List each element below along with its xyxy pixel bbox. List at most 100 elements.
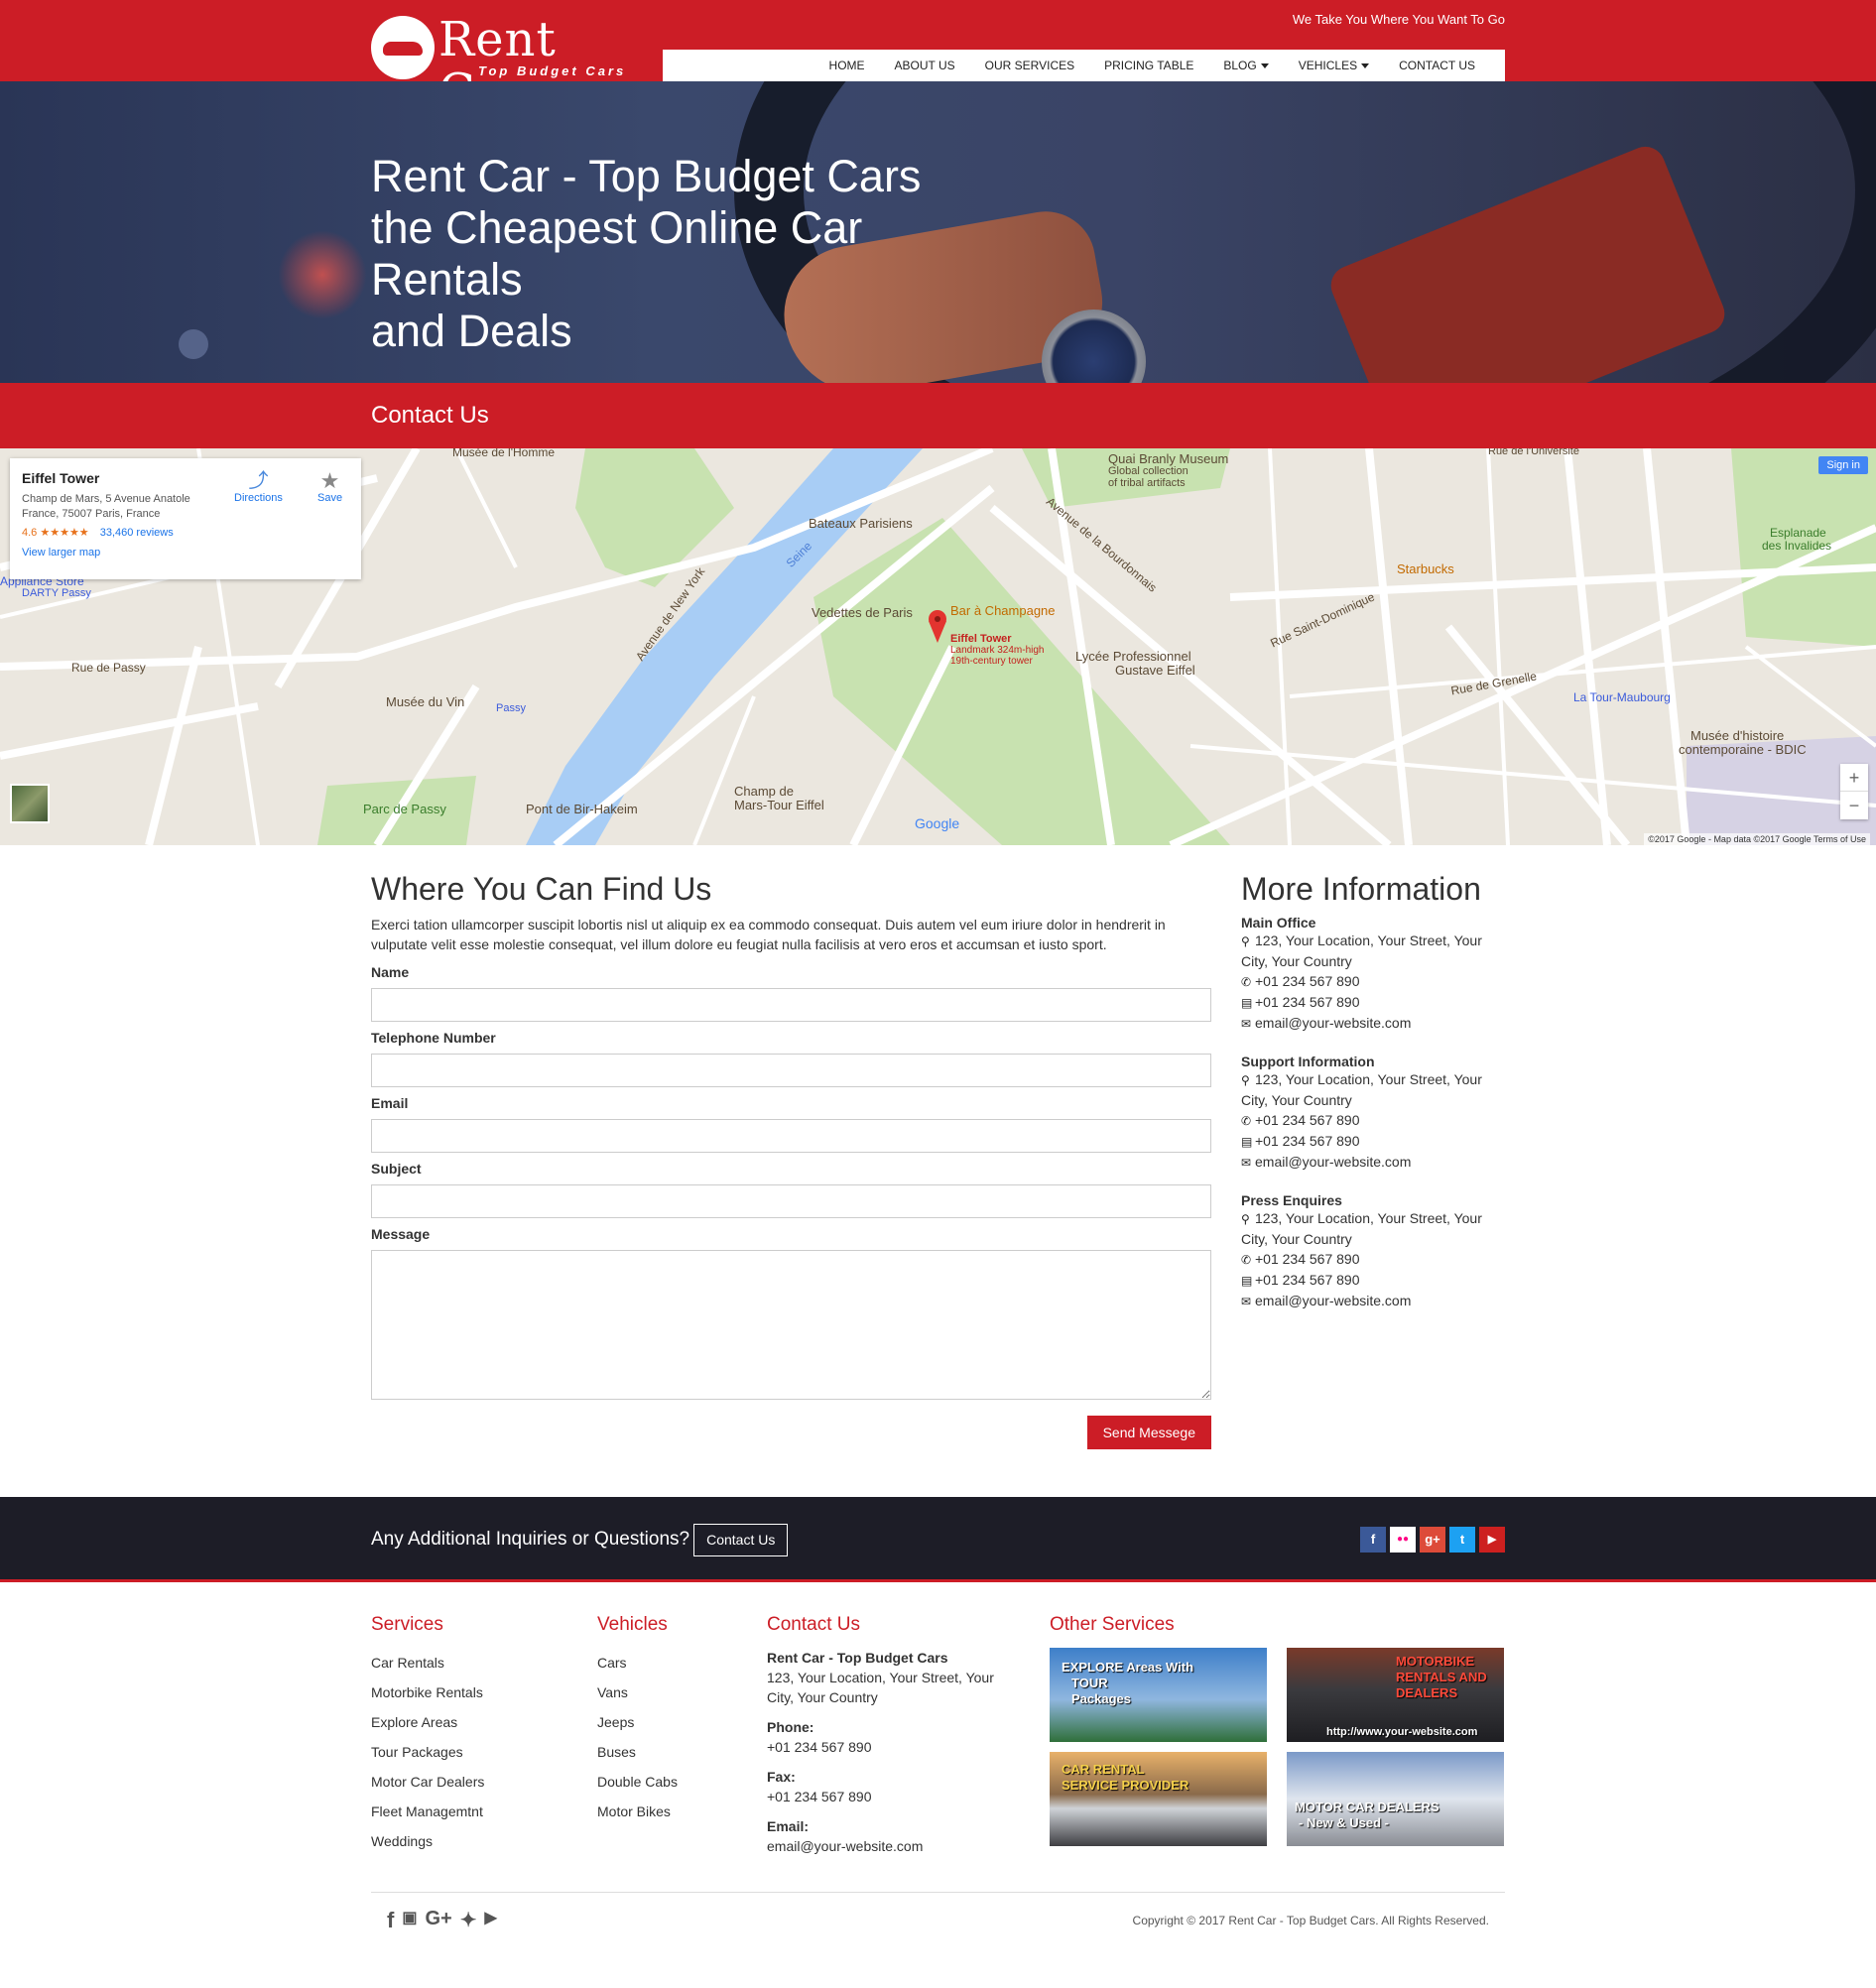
- map-marker-icon: ⚲: [1241, 1073, 1250, 1087]
- youtube-icon[interactable]: ▶: [484, 1908, 496, 1933]
- hero-title-line1: Rent Car - Top Budget Cars: [371, 151, 922, 201]
- copyright-bar: f ▣ G+ ✦ ▶ Copyright © 2017 Rent Car - T…: [371, 1892, 1505, 1947]
- facebook-icon[interactable]: f: [387, 1908, 394, 1933]
- google-plus-icon[interactable]: G+: [425, 1908, 451, 1933]
- nav-about-us[interactable]: ABOUT US: [895, 59, 955, 72]
- footer-link[interactable]: Explore Areas: [371, 1707, 597, 1737]
- message-field[interactable]: [371, 1250, 1211, 1400]
- footer-link[interactable]: Motorbike Rentals: [371, 1677, 597, 1707]
- car-logo-icon: [371, 16, 435, 79]
- map-label-musee-histoire: Musée d'histoire: [1690, 728, 1785, 743]
- footer-company: Rent Car - Top Budget Cars: [767, 1650, 948, 1666]
- name-label: Name: [371, 964, 410, 980]
- nav-blog[interactable]: BLOG: [1223, 59, 1269, 72]
- zoom-in-button[interactable]: +: [1840, 764, 1868, 792]
- footer-vehicles: Vehicles Cars Vans Jeeps Buses Double Ca…: [597, 1614, 767, 1856]
- footer-link[interactable]: Jeeps: [597, 1707, 767, 1737]
- map-attribution[interactable]: ©2017 Google - Map data ©2017 Google Ter…: [1644, 833, 1870, 845]
- satellite-toggle[interactable]: [10, 784, 50, 823]
- footer-email[interactable]: email@your-website.com: [767, 1836, 1050, 1856]
- page-title: Contact Us: [371, 402, 489, 429]
- zoom-out-button[interactable]: −: [1840, 792, 1868, 819]
- map-label-darty: DARTY Passy: [22, 587, 91, 599]
- phone-icon: ✆: [1241, 975, 1252, 989]
- email-label: Email: [371, 1095, 409, 1111]
- footer-phone-label: Phone:: [767, 1719, 814, 1735]
- nav-vehicles[interactable]: VEHICLES: [1299, 59, 1370, 72]
- youtube-icon[interactable]: ▶: [1479, 1527, 1505, 1553]
- footer-link[interactable]: Weddings: [371, 1826, 597, 1856]
- banner-text: MOTOR CAR DEALERS: [1295, 1800, 1439, 1814]
- motorbike-rentals-banner[interactable]: MOTORBIKE RENTALS AND DEALERS http://www.y…: [1287, 1648, 1504, 1742]
- map-marker-icon: ⚲: [1241, 1212, 1250, 1226]
- message-label: Message: [371, 1226, 431, 1242]
- info-address: 123, Your Location, Your Street, Your Ci…: [1241, 1071, 1482, 1108]
- flickr-icon[interactable]: ●●: [1390, 1527, 1416, 1553]
- nav-home[interactable]: HOME: [829, 59, 865, 72]
- inquiries-text: Any Additional Inquiries or Questions?: [371, 1529, 690, 1550]
- footer-link[interactable]: Motor Car Dealers: [371, 1767, 597, 1797]
- footer-other-title: Other Services: [1050, 1614, 1175, 1635]
- phone-icon: ✆: [1241, 1253, 1252, 1267]
- facebook-icon[interactable]: f: [1360, 1527, 1386, 1553]
- footer-services: Services Car Rentals Motorbike Rentals E…: [371, 1614, 597, 1856]
- info-phone: +01 234 567 890: [1255, 973, 1360, 989]
- info-email[interactable]: email@your-website.com: [1255, 1154, 1411, 1170]
- save-label: Save: [317, 492, 343, 504]
- banner-text: DEALERS: [1396, 1685, 1458, 1700]
- map-label-musee-vin: Musée du Vin: [386, 694, 465, 709]
- footer-link[interactable]: Motor Bikes: [597, 1797, 767, 1826]
- twitter-icon[interactable]: ✦: [460, 1908, 477, 1933]
- info-email[interactable]: email@your-website.com: [1255, 1015, 1411, 1031]
- telephone-label: Telephone Number: [371, 1030, 496, 1046]
- save-button[interactable]: ★ Save: [317, 468, 343, 505]
- subject-field[interactable]: [371, 1184, 1211, 1218]
- nav-contact-us[interactable]: CONTACT US: [1399, 59, 1475, 72]
- info-email[interactable]: email@your-website.com: [1255, 1293, 1411, 1308]
- view-larger-map-link[interactable]: View larger map: [22, 547, 349, 559]
- map-zoom-control: + −: [1840, 764, 1868, 819]
- google-logo: Google: [915, 815, 960, 831]
- footer-link[interactable]: Vans: [597, 1677, 767, 1707]
- map-label-starbucks: Starbucks: [1397, 561, 1454, 576]
- site-logo[interactable]: Rent Car Top Budget Cars: [371, 14, 629, 117]
- banner-text: - New & Used -: [1299, 1815, 1390, 1830]
- footer-link[interactable]: Cars: [597, 1648, 767, 1677]
- email-field[interactable]: [371, 1119, 1211, 1153]
- map-sign-in-button[interactable]: Sign in: [1818, 456, 1868, 474]
- map-label-passy: Passy: [496, 702, 526, 714]
- telephone-field[interactable]: [371, 1054, 1211, 1087]
- find-us-intro: Exerci tation ullamcorper suscipit lobor…: [371, 917, 1166, 952]
- footer-link[interactable]: Buses: [597, 1737, 767, 1767]
- motor-car-dealers-banner[interactable]: MOTOR CAR DEALERS - New & Used -: [1287, 1752, 1504, 1846]
- twitter-icon[interactable]: t: [1449, 1527, 1475, 1553]
- flickr-icon[interactable]: ▣: [402, 1908, 417, 1933]
- map-marker-icon: ⚲: [1241, 934, 1250, 948]
- tour-packages-banner[interactable]: EXPLORE Areas With TOUR Packages: [1050, 1648, 1267, 1742]
- name-field[interactable]: [371, 988, 1211, 1022]
- main-nav: HOME ABOUT US OUR SERVICES PRICING TABLE…: [663, 50, 1505, 81]
- footer-link[interactable]: Car Rentals: [371, 1648, 597, 1677]
- map-label-bateaux: Bateaux Parisiens: [809, 516, 913, 531]
- band-contact-us-button[interactable]: Contact Us: [693, 1523, 789, 1556]
- footer-link[interactable]: Tour Packages: [371, 1737, 597, 1767]
- footer-link[interactable]: Fleet Managemtnt: [371, 1797, 597, 1826]
- car-rental-service-banner[interactable]: CAR RENTAL SERVICE PROVIDER: [1050, 1752, 1267, 1846]
- info-heading: Support Information: [1241, 1054, 1375, 1069]
- footer-link[interactable]: Double Cabs: [597, 1767, 767, 1797]
- footer-social-icons: f ▣ G+ ✦ ▶: [387, 1908, 497, 1933]
- info-fax: +01 234 567 890: [1255, 1272, 1360, 1288]
- nav-our-services[interactable]: OUR SERVICES: [985, 59, 1074, 72]
- footer-other-services: Other Services EXPLORE Areas With TOUR Pac…: [1050, 1614, 1505, 1856]
- envelope-icon: ✉: [1241, 1017, 1252, 1031]
- star-icon: ★: [319, 468, 340, 493]
- send-message-button[interactable]: Send Messege: [1086, 1416, 1211, 1449]
- nav-pricing-table[interactable]: PRICING TABLE: [1104, 59, 1193, 72]
- google-map[interactable]: Eiffel Tower Landmark 324m-high 19th-cen…: [0, 448, 1876, 845]
- google-plus-icon[interactable]: g+: [1420, 1527, 1445, 1553]
- reviews-link[interactable]: 33,460 reviews: [100, 527, 174, 539]
- banner-text: SERVICE PROVIDER: [1062, 1778, 1189, 1793]
- directions-button[interactable]: ⤴ Directions: [234, 470, 283, 504]
- banner-text: RENTALS AND: [1396, 1670, 1487, 1684]
- map-label-quai-branly: Quai Branly Museum: [1108, 451, 1229, 466]
